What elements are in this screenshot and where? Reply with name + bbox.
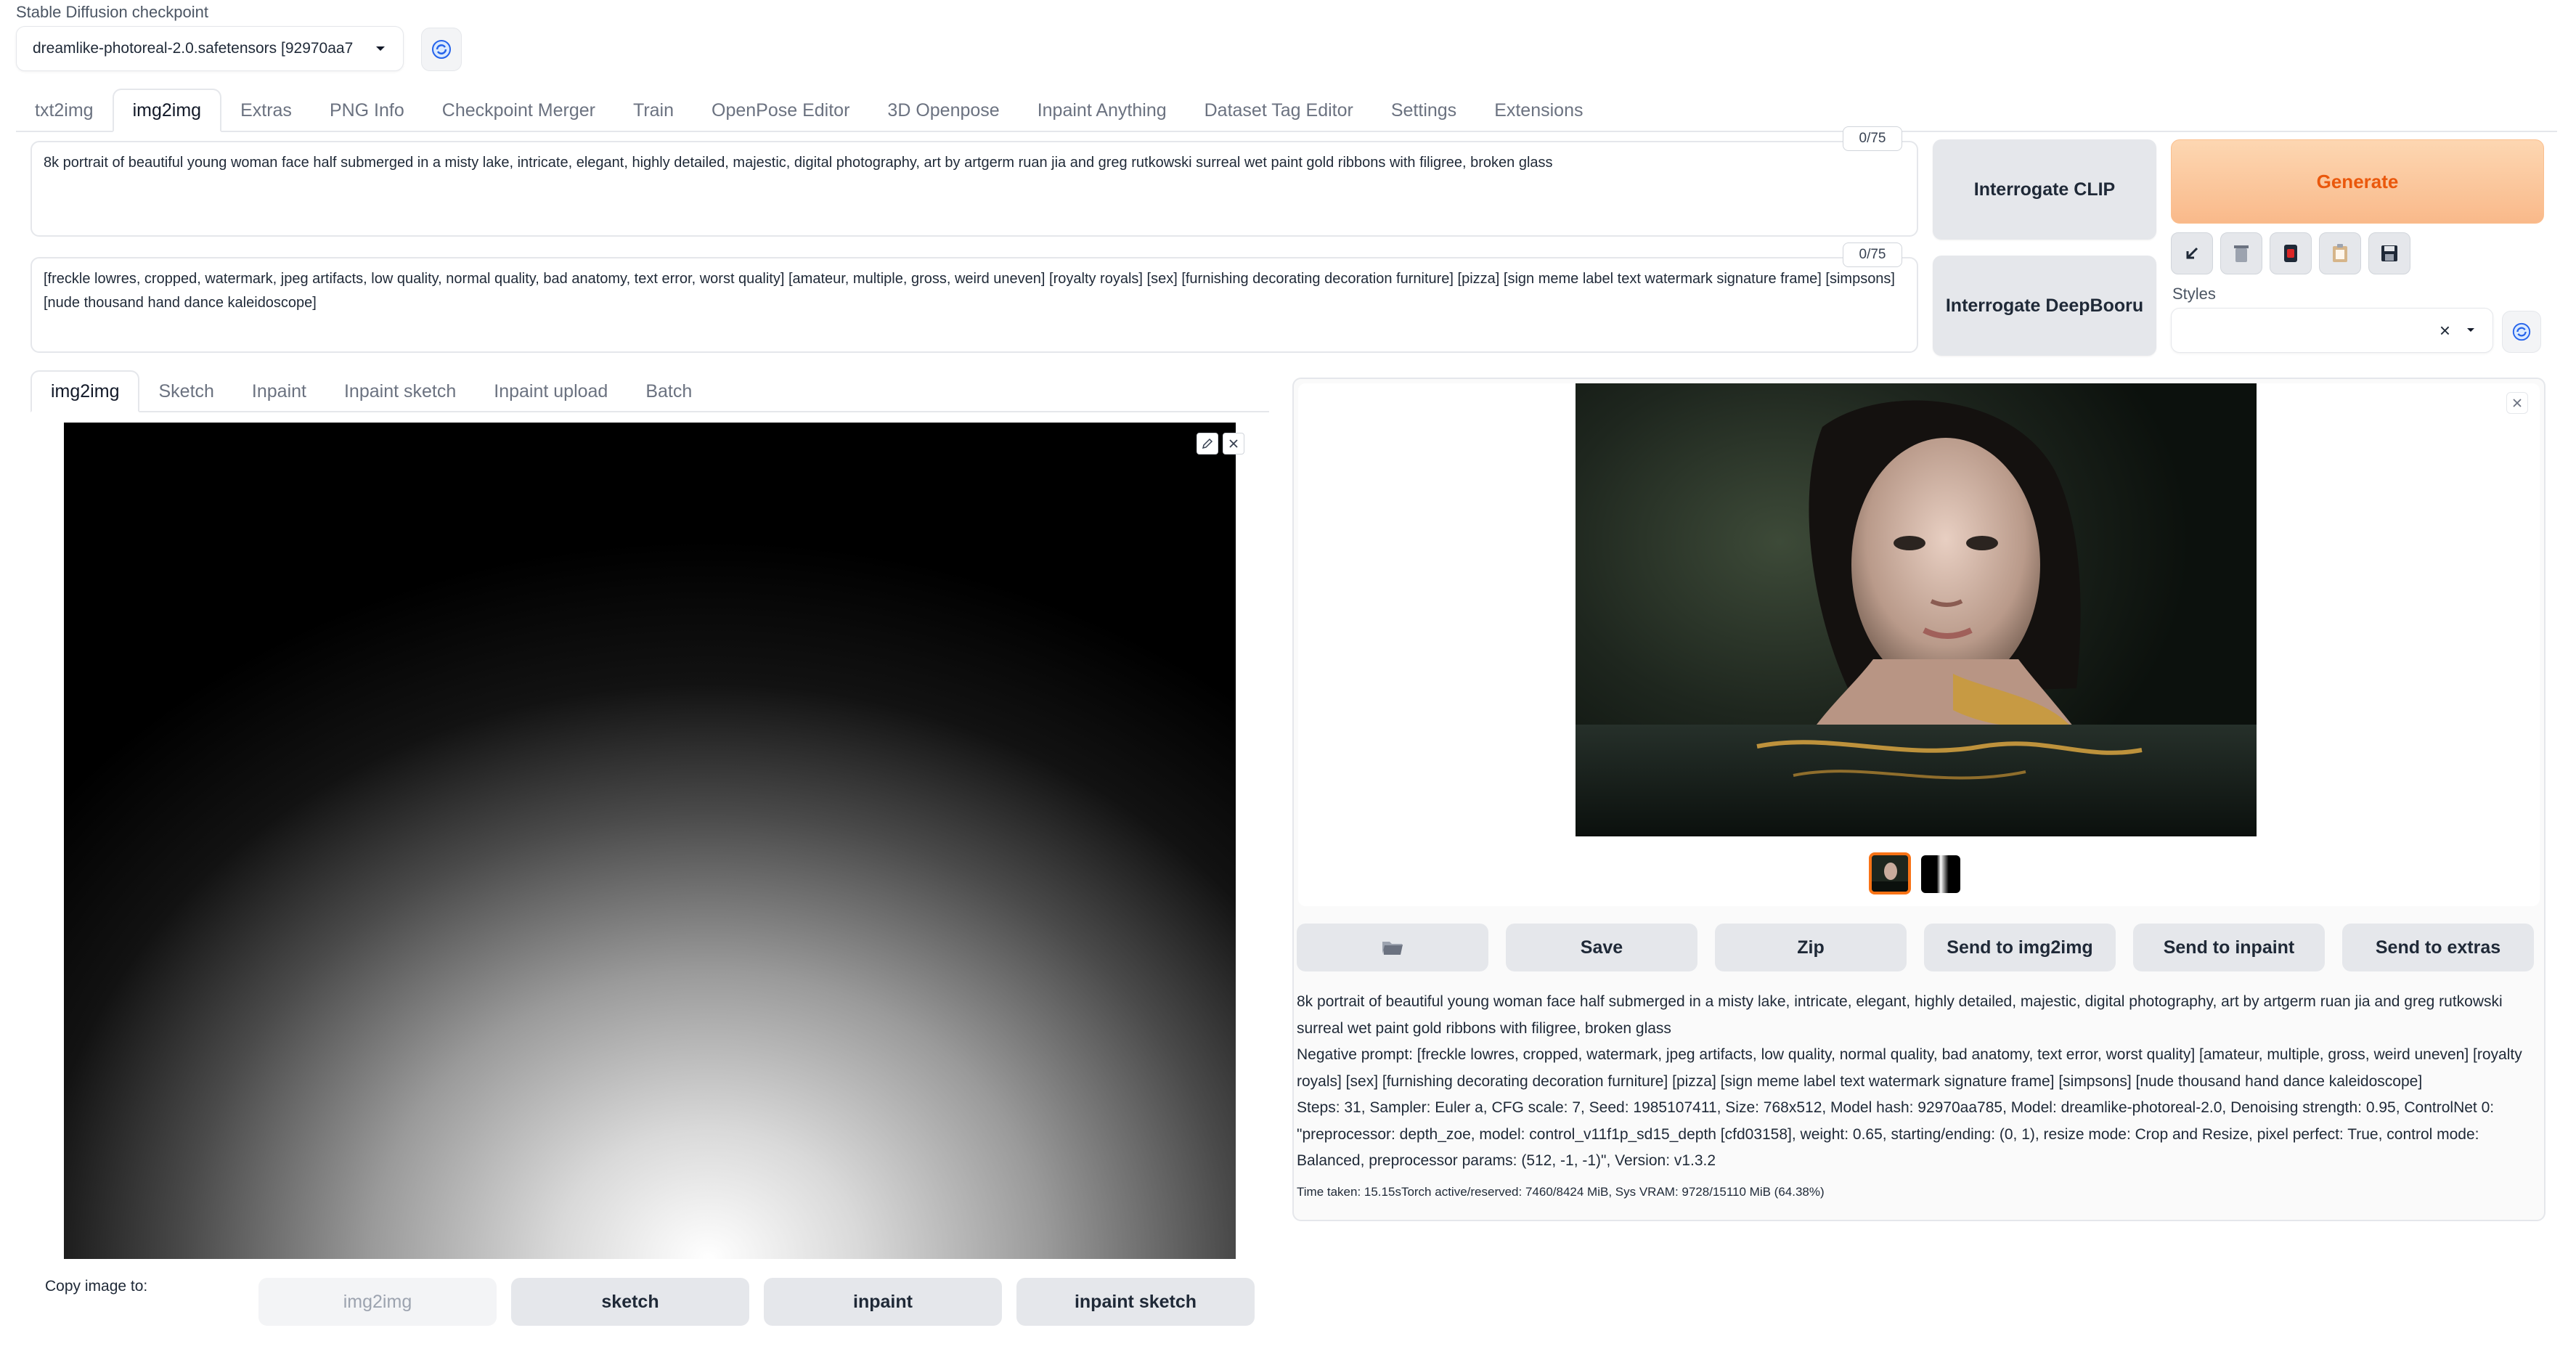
refresh-icon (2512, 322, 2531, 341)
img2img-sub-tabs: img2img Sketch Inpaint Inpaint sketch In… (30, 370, 1269, 412)
copy-to-inpaint-button[interactable]: inpaint (764, 1278, 1002, 1326)
info-prompt: 8k portrait of beautiful young woman fac… (1297, 993, 2503, 1037)
generated-image[interactable] (1576, 383, 2257, 836)
pencil-icon (1202, 438, 1213, 449)
red-card-icon (2284, 245, 2297, 262)
tab-train[interactable]: Train (614, 90, 693, 131)
prompt-input[interactable]: 8k portrait of beautiful young woman fac… (30, 141, 1918, 237)
styles-label: Styles (2172, 285, 2216, 303)
styles-dropdown[interactable]: × (2171, 308, 2493, 353)
extra-networks-button[interactable] (2270, 232, 2312, 274)
remove-image-button[interactable] (1223, 433, 1244, 455)
tab-extras[interactable]: Extras (221, 90, 311, 131)
generate-button[interactable]: Generate (2171, 139, 2544, 224)
prompt-token-counter: 0/75 (1843, 126, 1902, 151)
tab-3d-openpose[interactable]: 3D Openpose (868, 90, 1018, 131)
tab-extensions[interactable]: Extensions (1475, 90, 1602, 131)
clipboard-icon (2333, 244, 2347, 262)
send-to-extras-button[interactable]: Send to extras (2342, 924, 2534, 971)
chevron-down-icon (2467, 328, 2474, 332)
styles-refresh-button[interactable] (2502, 311, 2541, 353)
send-to-img2img-button[interactable]: Send to img2img (1924, 924, 2116, 971)
depth-map-thumbnail[interactable] (1921, 855, 1960, 893)
interrogate-deepbooru-button[interactable]: Interrogate DeepBooru (1933, 256, 2156, 356)
main-tabs: txt2img img2img Extras PNG Info Checkpoi… (16, 89, 2557, 132)
save-disk-icon (2381, 245, 2397, 261)
copy-to-inpaint-sketch-button[interactable]: inpaint sketch (1016, 1278, 1255, 1326)
close-icon (1229, 439, 1238, 448)
thumbnail-image (1872, 863, 1908, 892)
tab-openpose-editor[interactable]: OpenPose Editor (693, 90, 868, 131)
trash-icon (2234, 245, 2249, 262)
tab-png-info[interactable]: PNG Info (311, 90, 423, 131)
arrow-down-left-icon (2186, 247, 2198, 259)
tab-txt2img[interactable]: txt2img (16, 90, 113, 131)
clear-prompt-button[interactable] (2220, 232, 2262, 274)
info-params: Steps: 31, Sampler: Euler a, CFG scale: … (1297, 1099, 2495, 1169)
checkpoint-value: dreamlike-photoreal-2.0.safetensors [929… (33, 40, 354, 57)
gallery-close-button[interactable] (2506, 392, 2528, 414)
apply-style-button[interactable] (2319, 232, 2361, 274)
subtab-inpaint-sketch[interactable]: Inpaint sketch (325, 372, 475, 411)
copy-to-sketch-button[interactable]: sketch (511, 1278, 749, 1326)
close-icon[interactable]: × (2440, 319, 2450, 342)
chevron-down-icon (376, 46, 385, 51)
info-negative-prompt: Negative prompt: [freckle lowres, croppe… (1297, 1046, 2522, 1090)
negative-prompt-text: [freckle lowres, cropped, watermark, jpe… (44, 271, 1895, 311)
read-params-button[interactable] (2171, 232, 2213, 274)
save-button[interactable]: Save (1506, 924, 1697, 971)
subtab-batch[interactable]: Batch (627, 372, 711, 411)
subtab-img2img[interactable]: img2img (30, 370, 140, 412)
generation-info: 8k portrait of beautiful young woman fac… (1297, 989, 2531, 1175)
tab-settings[interactable]: Settings (1372, 90, 1475, 131)
tab-checkpoint-merger[interactable]: Checkpoint Merger (423, 90, 614, 131)
zip-button[interactable]: Zip (1715, 924, 1907, 971)
prompt-text: 8k portrait of beautiful young woman fac… (44, 155, 1553, 171)
tab-inpaint-anything[interactable]: Inpaint Anything (1019, 90, 1186, 131)
subtab-inpaint-upload[interactable]: Inpaint upload (475, 372, 627, 411)
checkpoint-refresh-button[interactable] (421, 28, 462, 71)
subtab-sketch[interactable]: Sketch (139, 372, 232, 411)
send-to-inpaint-button[interactable]: Send to inpaint (2133, 924, 2325, 971)
input-image-canvas[interactable] (64, 423, 1244, 1259)
interrogate-clip-button[interactable]: Interrogate CLIP (1933, 139, 2156, 240)
checkpoint-dropdown[interactable]: dreamlike-photoreal-2.0.safetensors [929… (16, 26, 404, 71)
subtab-inpaint[interactable]: Inpaint (233, 372, 325, 411)
tab-img2img[interactable]: img2img (112, 89, 222, 132)
portrait-illustration (1576, 400, 2257, 836)
open-folder-button[interactable] (1297, 924, 1488, 971)
folder-icon (1382, 942, 1403, 955)
copy-image-label: Copy image to: (45, 1278, 148, 1295)
save-style-button[interactable] (2368, 232, 2410, 274)
close-icon (2513, 399, 2522, 407)
negative-prompt-token-counter: 0/75 (1843, 243, 1902, 267)
checkpoint-label: Stable Diffusion checkpoint (16, 3, 208, 21)
edit-image-button[interactable] (1197, 433, 1218, 455)
time-taken: Time taken: 15.15sTorch active/reserved:… (1297, 1185, 1825, 1199)
copy-to-img2img-button[interactable]: img2img (258, 1278, 497, 1326)
tab-dataset-tag-editor[interactable]: Dataset Tag Editor (1186, 90, 1372, 131)
refresh-icon (432, 40, 451, 59)
generated-thumbnail[interactable] (1869, 852, 1911, 894)
negative-prompt-input[interactable]: [freckle lowres, cropped, watermark, jpe… (30, 257, 1918, 353)
